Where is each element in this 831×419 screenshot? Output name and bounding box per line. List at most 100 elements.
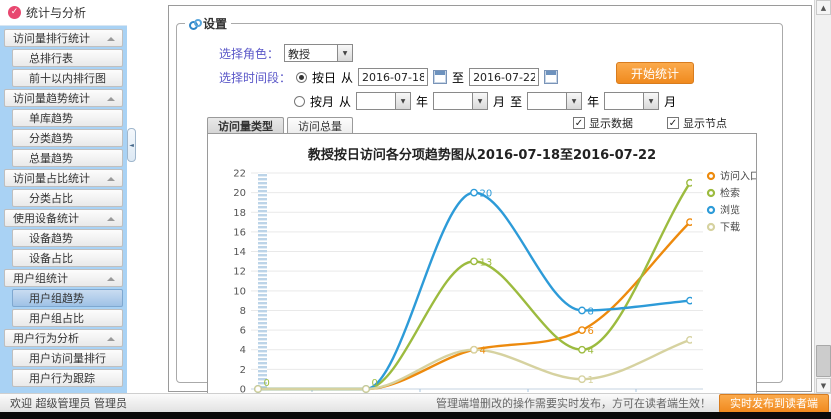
month-label: 月 [493,93,505,110]
svg-text:18: 18 [233,208,246,219]
sidebar-group-header[interactable]: 访问量趋势统计 [4,89,123,107]
sidebar-group-header[interactable]: 用户组统计 [4,269,123,287]
sidebar-group-header[interactable]: 访问量占比统计 [4,169,123,187]
svg-text:8: 8 [588,306,594,317]
svg-text:17: 17 [696,218,709,229]
chevron-down-icon[interactable]: ▼ [395,93,410,109]
sidebar-item[interactable]: 总量趋势 [12,149,123,167]
chevron-up-icon [107,337,115,341]
check-circle-icon: ✓ [8,6,21,19]
role-select[interactable]: 教授 ▼ [284,44,353,62]
svg-text:访问入口: 访问入口 [720,170,757,183]
by-month-radio[interactable] [294,96,305,107]
scrollbar-thumb[interactable] [816,345,831,377]
checkbox-show-data[interactable]: ✓ 显示数据 [573,115,633,131]
sidebar-item[interactable]: 分类趋势 [12,129,123,147]
svg-text:1: 1 [588,375,594,386]
main-panel: 设置 选择角色： 教授 ▼ 选择时间段： 按日 从 至 [168,5,812,392]
svg-text:下载: 下载 [720,222,740,234]
year-from-select[interactable]: ▼ [356,92,411,110]
period-label: 选择时间段： [219,69,291,86]
settings-title: 设置 [203,15,227,32]
chevron-down-icon[interactable]: ▼ [337,45,352,61]
sidebar-item[interactable]: 总排行表 [12,49,123,67]
sidebar-group-header[interactable]: 用户行为分析 [4,329,123,347]
svg-text:4: 4 [480,346,486,357]
role-label: 选择角色： [219,45,279,62]
calendar-icon[interactable] [433,70,447,84]
sidebar-item[interactable]: 用户组占比 [12,309,123,327]
checkbox-label: 显示数据 [589,115,633,131]
sidebar-item[interactable]: 用户访问量排行 [12,349,123,367]
sidebar-collapse-handle[interactable]: ◄ [127,128,136,162]
calendar-icon[interactable] [544,70,558,84]
sidebar-item[interactable]: 用户组趋势 [12,289,123,307]
svg-text:20: 20 [233,188,246,199]
month-from-select[interactable]: ▼ [433,92,488,110]
sidebar-group-label: 访问量趋势统计 [13,90,90,106]
chevron-down-icon[interactable]: ▼ [566,93,581,109]
by-month-label: 按月 [310,93,334,110]
sidebar-item[interactable]: 分类占比 [12,189,123,207]
scroll-down-icon[interactable]: ▼ [816,378,831,393]
checkbox-show-nodes[interactable]: ✓ 显示节点 [667,115,727,131]
to-label: 至 [510,93,522,110]
chevron-up-icon [107,177,115,181]
checkbox-check-icon[interactable]: ✓ [573,117,585,129]
period-day-row: 选择时间段： 按日 从 至 [219,68,782,86]
by-day-radio[interactable] [296,72,307,83]
settings-form: 选择角色： 教授 ▼ 选择时间段： 按日 从 至 [177,36,782,110]
svg-text:浏览: 浏览 [720,204,740,217]
sidebar-group-label: 访问量占比统计 [13,170,90,186]
vertical-scrollbar[interactable]: ▲ ▼ [814,0,831,393]
svg-text:0: 0 [372,378,378,389]
svg-text:6: 6 [240,326,246,337]
settings-legend: 设置 [185,15,231,32]
checkbox-check-icon[interactable]: ✓ [667,117,679,129]
date-to-input[interactable] [469,68,539,86]
sidebar-header: ✓ 统计与分析 [0,0,127,26]
status-bar: 欢迎 超级管理员 管理员 管理端增删改的操作需要实时发布，方可在读者端生效！ 实… [0,393,831,412]
chevron-up-icon [107,277,115,281]
chevron-up-icon [107,217,115,221]
sidebar-group-label: 访问量排行统计 [13,30,90,46]
from-label: 从 [339,93,351,110]
period-month-row: 按月 从 ▼ 年 ▼ 月 至 ▼ 年 ▼ 月 [294,92,782,110]
sidebar-item[interactable]: 设备趋势 [12,229,123,247]
svg-text:13: 13 [480,257,493,268]
chevron-down-icon[interactable]: ▼ [643,93,658,109]
date-from-input[interactable] [358,68,428,86]
svg-text:12: 12 [233,267,246,278]
svg-text:9: 9 [696,297,702,308]
scroll-up-icon[interactable]: ▲ [816,0,831,15]
start-statistics-button[interactable]: 开始统计 [616,62,694,84]
publish-to-reader-button[interactable]: 实时发布到读者端 [719,394,829,413]
checkbox-label: 显示节点 [683,115,727,131]
tab-visit-type[interactable]: 访问量类型 [207,117,284,133]
year-to-select[interactable]: ▼ [527,92,582,110]
svg-text:检索: 检索 [720,187,740,200]
checkbox-area: ✓ 显示数据 ✓ 显示节点 [573,115,727,133]
sidebar-item[interactable]: 设备占比 [12,249,123,267]
svg-text:4: 4 [240,345,246,356]
svg-text:14: 14 [233,247,246,258]
svg-text:8: 8 [240,306,246,317]
gear-icon [189,19,199,29]
sidebar-group-label: 用户组统计 [13,270,68,286]
year-label: 年 [587,93,599,110]
sidebar-item[interactable]: 用户行为跟踪 [12,369,123,387]
sidebar-group-header[interactable]: 访问量排行统计 [4,29,123,47]
svg-text:4: 4 [588,346,594,357]
tab-visit-total[interactable]: 访问总量 [287,117,353,133]
sidebar-group-header[interactable]: 使用设备统计 [4,209,123,227]
sidebar: ✓ 统计与分析 访问量排行统计总排行表前十以内排行图访问量趋势统计单库趋势分类趋… [0,0,127,393]
sidebar-group-label: 使用设备统计 [13,210,79,226]
month-to-select[interactable]: ▼ [604,92,659,110]
sidebar-item[interactable]: 单库趋势 [12,109,123,127]
chevron-down-icon[interactable]: ▼ [472,93,487,109]
sidebar-item[interactable]: 前十以内排行图 [12,69,123,87]
svg-text:0: 0 [264,378,270,389]
svg-text:2: 2 [240,365,246,376]
svg-text:22: 22 [233,169,246,180]
tabs-row: 访问量类型访问总量 ✓ 显示数据 ✓ 显示节点 [207,116,782,133]
